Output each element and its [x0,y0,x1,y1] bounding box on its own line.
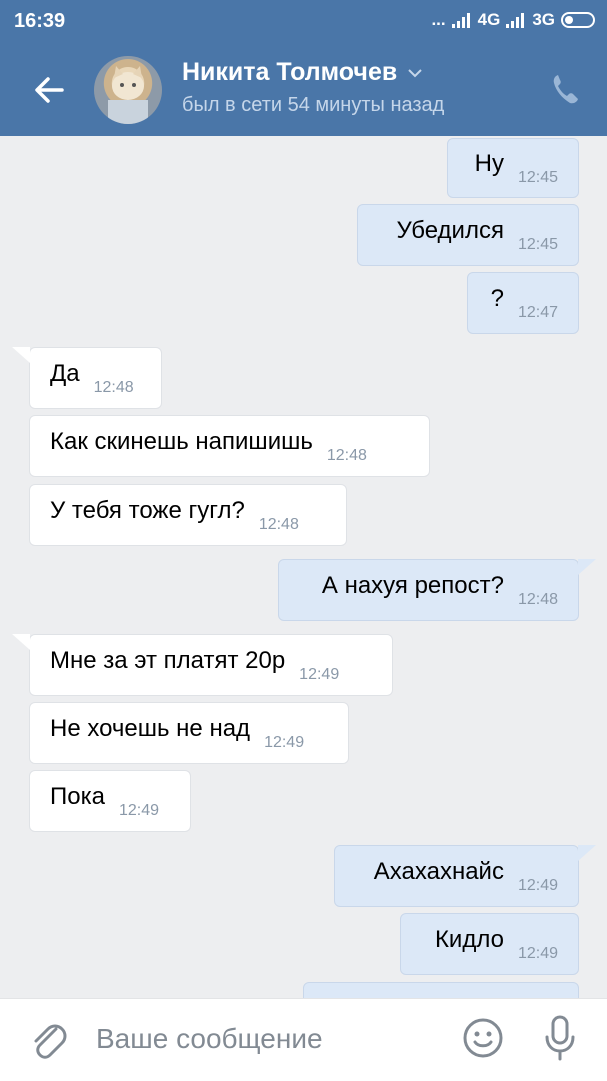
message-time: 12:49 [299,666,340,683]
message-text: Да [50,360,80,387]
message-text: У тебя тоже гугл? [50,497,245,524]
incoming-message-bubble[interactable]: Да 12:48 [29,347,162,409]
message-bubble-partial[interactable] [303,982,579,998]
signal-icon [451,13,470,28]
bubble-tail [578,845,596,861]
outgoing-message-bubble[interactable]: ? 12:47 [467,272,579,334]
message-text: Кидло [434,926,504,953]
message-list[interactable]: Ну 12:45 Убедился 12:45? 12:47 Да 12:48 Как ски… [0,136,607,998]
message-input[interactable]: Ваше сообщение [96,1023,323,1055]
chevron-down-icon [408,68,422,77]
message-text: ? [490,285,504,312]
bubble-tail [12,634,30,650]
message-time: 12:49 [517,945,558,962]
more-dots-icon: ... [431,10,446,29]
message-time: 12:47 [517,304,558,321]
avatar[interactable] [94,56,162,124]
emoji-icon[interactable] [462,1017,504,1059]
microphone-icon[interactable] [540,1013,580,1063]
message-text: Не хочешь не над [50,715,251,742]
contact-name: Никита Толмочев [182,58,398,86]
message-text: Ну [474,150,504,177]
network-type-2: 3G [532,10,555,29]
message-time: 12:45 [517,169,558,186]
outgoing-message-bubble[interactable]: А нахуя репост? 12:48 [278,559,579,621]
message-time: 12:49 [517,877,558,894]
chat-header: Никита Толмочев был в сети 54 минуты наз… [0,44,607,136]
last-seen-status: был в сети 54 минуты назад [182,94,445,116]
message-time: 12:45 [517,236,558,253]
incoming-message-bubble[interactable]: Пока 12:49 [29,770,191,832]
incoming-message-bubble[interactable]: Не хочешь не над 12:49 [29,702,349,764]
message-time: 12:48 [326,447,367,464]
status-icons: ... 4G 3G [431,10,595,30]
message-time: 12:49 [264,734,305,751]
message-time: 12:48 [93,379,134,396]
outgoing-message-bubble[interactable]: Ахахахнайс 12:49 [334,845,579,907]
battery-icon [561,12,595,28]
message-text: Мне за эт платят 20р [50,647,286,674]
message-composer: Ваше сообщение [0,998,607,1081]
status-bar: 16:39 ... 4G 3G [0,0,607,44]
message-time: 12:49 [118,802,160,819]
message-time: 12:48 [517,591,558,608]
message-text: Ахахахнайс [373,858,504,885]
incoming-message-bubble[interactable]: У тебя тоже гугл? 12:48 [29,484,347,546]
signal-icon [506,13,525,28]
bubble-tail [578,559,596,575]
phone-icon[interactable] [551,72,581,106]
incoming-message-bubble[interactable]: Мне за эт платят 20р 12:49 [29,634,393,696]
message-text: А нахуя репост? [321,572,504,599]
bubble-tail [12,347,30,363]
contact-name-dropdown[interactable]: Никита Толмочев [182,58,423,87]
status-time: 16:39 [14,10,66,32]
message-text: Как скинешь напишишь [50,428,313,455]
message-text: Пока [50,783,105,810]
network-type-1: 4G [477,10,501,29]
message-text: Убедился [396,217,504,244]
message-time: 12:48 [258,516,299,533]
cat-avatar-icon [108,66,148,124]
outgoing-message-bubble[interactable]: Ну 12:45 [447,138,579,198]
outgoing-message-bubble[interactable]: Кидло 12:49 [400,913,579,975]
attach-icon[interactable] [28,1019,68,1063]
outgoing-message-bubble[interactable]: Убедился 12:45 [357,204,579,266]
back-arrow-icon[interactable] [32,70,66,110]
incoming-message-bubble[interactable]: Как скинешь напишишь 12:48 [29,415,430,477]
